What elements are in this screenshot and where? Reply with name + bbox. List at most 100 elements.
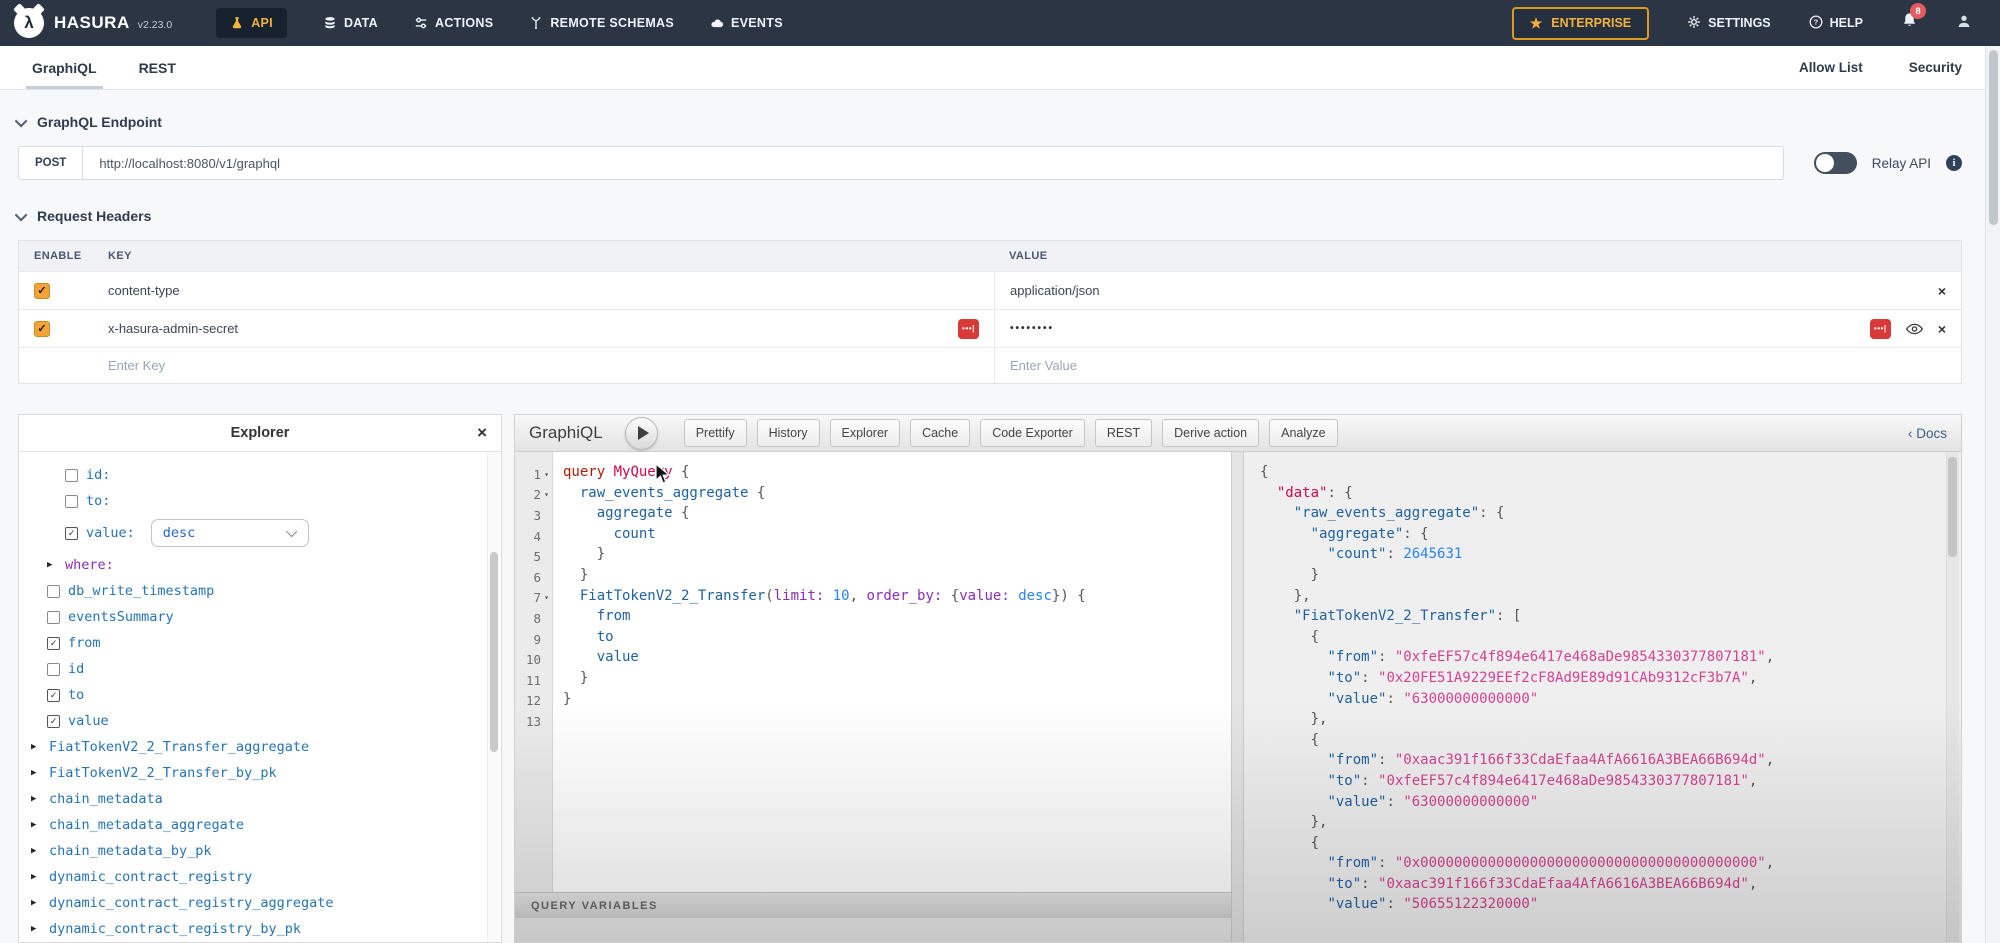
explorer-scrollbar[interactable] (487, 452, 499, 942)
cache-button[interactable]: Cache (910, 419, 970, 447)
expand-arrow-icon[interactable]: ▶ (47, 560, 57, 570)
hasura-logo-icon[interactable]: λ (14, 8, 44, 38)
fold-arrow-icon[interactable]: ▾ (541, 470, 552, 479)
enterprise-button[interactable]: ★ ENTERPRISE (1512, 7, 1649, 40)
new-header-value-input[interactable] (1010, 358, 1852, 373)
prettify-button[interactable]: Prettify (684, 419, 747, 447)
query-editor[interactable]: 1▾2▾34567▾8910111213 query MyQuery { raw… (515, 452, 1231, 942)
nav-item-actions[interactable]: ACTIONS (414, 16, 493, 30)
field-checkbox[interactable] (65, 469, 78, 482)
pane-resize-handle[interactable] (1231, 452, 1244, 942)
order-direction-select[interactable]: desc (151, 519, 309, 547)
explorer-item-dynamic-contract-registry-by-pk[interactable]: ▶dynamic_contract_registry_by_pk (19, 916, 501, 942)
help-button[interactable]: ? HELP (1809, 15, 1863, 32)
explorer-item-value[interactable]: value:desc (19, 514, 501, 552)
code-line: } (563, 691, 1231, 712)
header-enable-checkbox[interactable] (34, 283, 50, 299)
tab-rest[interactable]: REST (139, 46, 176, 89)
nav-item-label: REMOTE SCHEMAS (550, 16, 674, 30)
expand-arrow-icon[interactable]: ▶ (31, 924, 41, 934)
header-enable-checkbox[interactable] (34, 321, 50, 337)
flask-icon (230, 16, 244, 30)
explorer-item-fiattokenv2-2-transfer-aggregate[interactable]: ▶FiatTokenV2_2_Transfer_aggregate (19, 734, 501, 760)
security-link[interactable]: Security (1909, 60, 1962, 75)
header-value[interactable]: •••••••• (1010, 323, 1054, 334)
allow-list-link[interactable]: Allow List (1799, 60, 1863, 75)
explorer-item-value[interactable]: value (19, 708, 501, 734)
explorer-item-where[interactable]: ▶where: (19, 552, 501, 578)
explorer-item-eventssummary[interactable]: eventsSummary (19, 604, 501, 630)
history-button[interactable]: History (757, 419, 820, 447)
remove-header-icon[interactable]: × (1938, 322, 1946, 336)
expand-arrow-icon[interactable]: ▶ (31, 872, 41, 882)
field-checkbox[interactable] (47, 715, 60, 728)
headers-section-header[interactable]: Request Headers (18, 208, 1962, 224)
header-value[interactable]: application/json (1010, 283, 1100, 298)
close-icon[interactable]: × (477, 423, 487, 443)
field-checkbox[interactable] (47, 611, 60, 624)
field-checkbox[interactable] (65, 527, 78, 540)
expand-arrow-icon[interactable]: ▶ (31, 820, 41, 830)
query-code[interactable]: query MyQuery { raw_events_aggregate { a… (553, 452, 1231, 892)
nav-item-api[interactable]: API (216, 8, 287, 38)
expand-arrow-icon[interactable]: ▶ (31, 794, 41, 804)
query-variables-editor[interactable] (515, 918, 1231, 942)
explorer-item-fiattokenv2-2-transfer-by-pk[interactable]: ▶FiatTokenV2_2_Transfer_by_pk (19, 760, 501, 786)
explorer-item-to[interactable]: to (19, 682, 501, 708)
field-checkbox[interactable] (47, 689, 60, 702)
expand-arrow-icon[interactable]: ▶ (31, 768, 41, 778)
reveal-value-eye-icon[interactable] (1906, 323, 1923, 335)
rest-button[interactable]: REST (1095, 419, 1152, 447)
expand-arrow-icon[interactable]: ▶ (31, 898, 41, 908)
notifications-button[interactable]: 8 (1901, 12, 1918, 34)
response-scrollbar[interactable] (1946, 452, 1959, 942)
explorer-item-chain-metadata-by-pk[interactable]: ▶chain_metadata_by_pk (19, 838, 501, 864)
execute-query-button[interactable] (625, 417, 658, 450)
field-label: to (68, 687, 84, 703)
field-checkbox[interactable] (65, 495, 78, 508)
derive-action-button[interactable]: Derive action (1162, 419, 1259, 447)
settings-button[interactable]: SETTINGS (1687, 15, 1771, 32)
expand-arrow-icon[interactable]: ▶ (31, 742, 41, 752)
explorer-button[interactable]: Explorer (830, 419, 901, 447)
relay-api-toggle[interactable] (1814, 152, 1857, 174)
header-key[interactable]: x-hasura-admin-secret (108, 321, 238, 336)
field-checkbox[interactable] (47, 637, 60, 650)
explorer-item-chain-metadata-aggregate[interactable]: ▶chain_metadata_aggregate (19, 812, 501, 838)
line-number: 12 (515, 691, 552, 712)
password-manager-icon[interactable]: •••| (1870, 319, 1891, 339)
password-manager-icon[interactable]: •••| (958, 319, 979, 339)
page-scrollbar[interactable] (1985, 46, 2000, 943)
endpoint-section-title: GraphQL Endpoint (37, 114, 162, 130)
explorer-item-dynamic-contract-registry-aggregate[interactable]: ▶dynamic_contract_registry_aggregate (19, 890, 501, 916)
explorer-item-to[interactable]: to: (19, 488, 501, 514)
nav-item-events[interactable]: EVENTS (710, 16, 783, 30)
explorer-item-chain-metadata[interactable]: ▶chain_metadata (19, 786, 501, 812)
header-key[interactable]: content-type (108, 283, 180, 298)
explorer-item-id[interactable]: id (19, 656, 501, 682)
explorer-item-from[interactable]: from (19, 630, 501, 656)
page-scrollbar-thumb[interactable] (1989, 50, 1998, 225)
expand-arrow-icon[interactable]: ▶ (31, 846, 41, 856)
endpoint-url-input[interactable] (83, 147, 1782, 179)
field-checkbox[interactable] (47, 663, 60, 676)
new-header-key-input[interactable] (108, 358, 892, 373)
remove-header-icon[interactable]: × (1938, 284, 1946, 298)
field-checkbox[interactable] (47, 585, 60, 598)
version-label: v2.23.0 (138, 19, 172, 31)
code-exporter-button[interactable]: Code Exporter (980, 419, 1085, 447)
analyze-button[interactable]: Analyze (1269, 419, 1337, 447)
docs-link[interactable]: ‹ Docs (1908, 426, 1947, 441)
nav-item-remote-schemas[interactable]: REMOTE SCHEMAS (529, 16, 674, 30)
explorer-item-dynamic-contract-registry[interactable]: ▶dynamic_contract_registry (19, 864, 501, 890)
query-variables-bar[interactable]: QUERY VARIABLES (515, 892, 1231, 918)
fold-arrow-icon[interactable]: ▾ (541, 490, 552, 499)
user-menu-button[interactable] (1956, 13, 1972, 34)
info-icon[interactable]: i (1946, 155, 1962, 171)
fold-arrow-icon[interactable]: ▾ (541, 593, 552, 602)
endpoint-section-header[interactable]: GraphQL Endpoint (18, 114, 1962, 130)
nav-item-data[interactable]: DATA (323, 16, 378, 30)
explorer-item-db-write-timestamp[interactable]: db_write_timestamp (19, 578, 501, 604)
explorer-item-id[interactable]: id: (19, 462, 501, 488)
tab-graphiql[interactable]: GraphiQL (32, 46, 97, 89)
